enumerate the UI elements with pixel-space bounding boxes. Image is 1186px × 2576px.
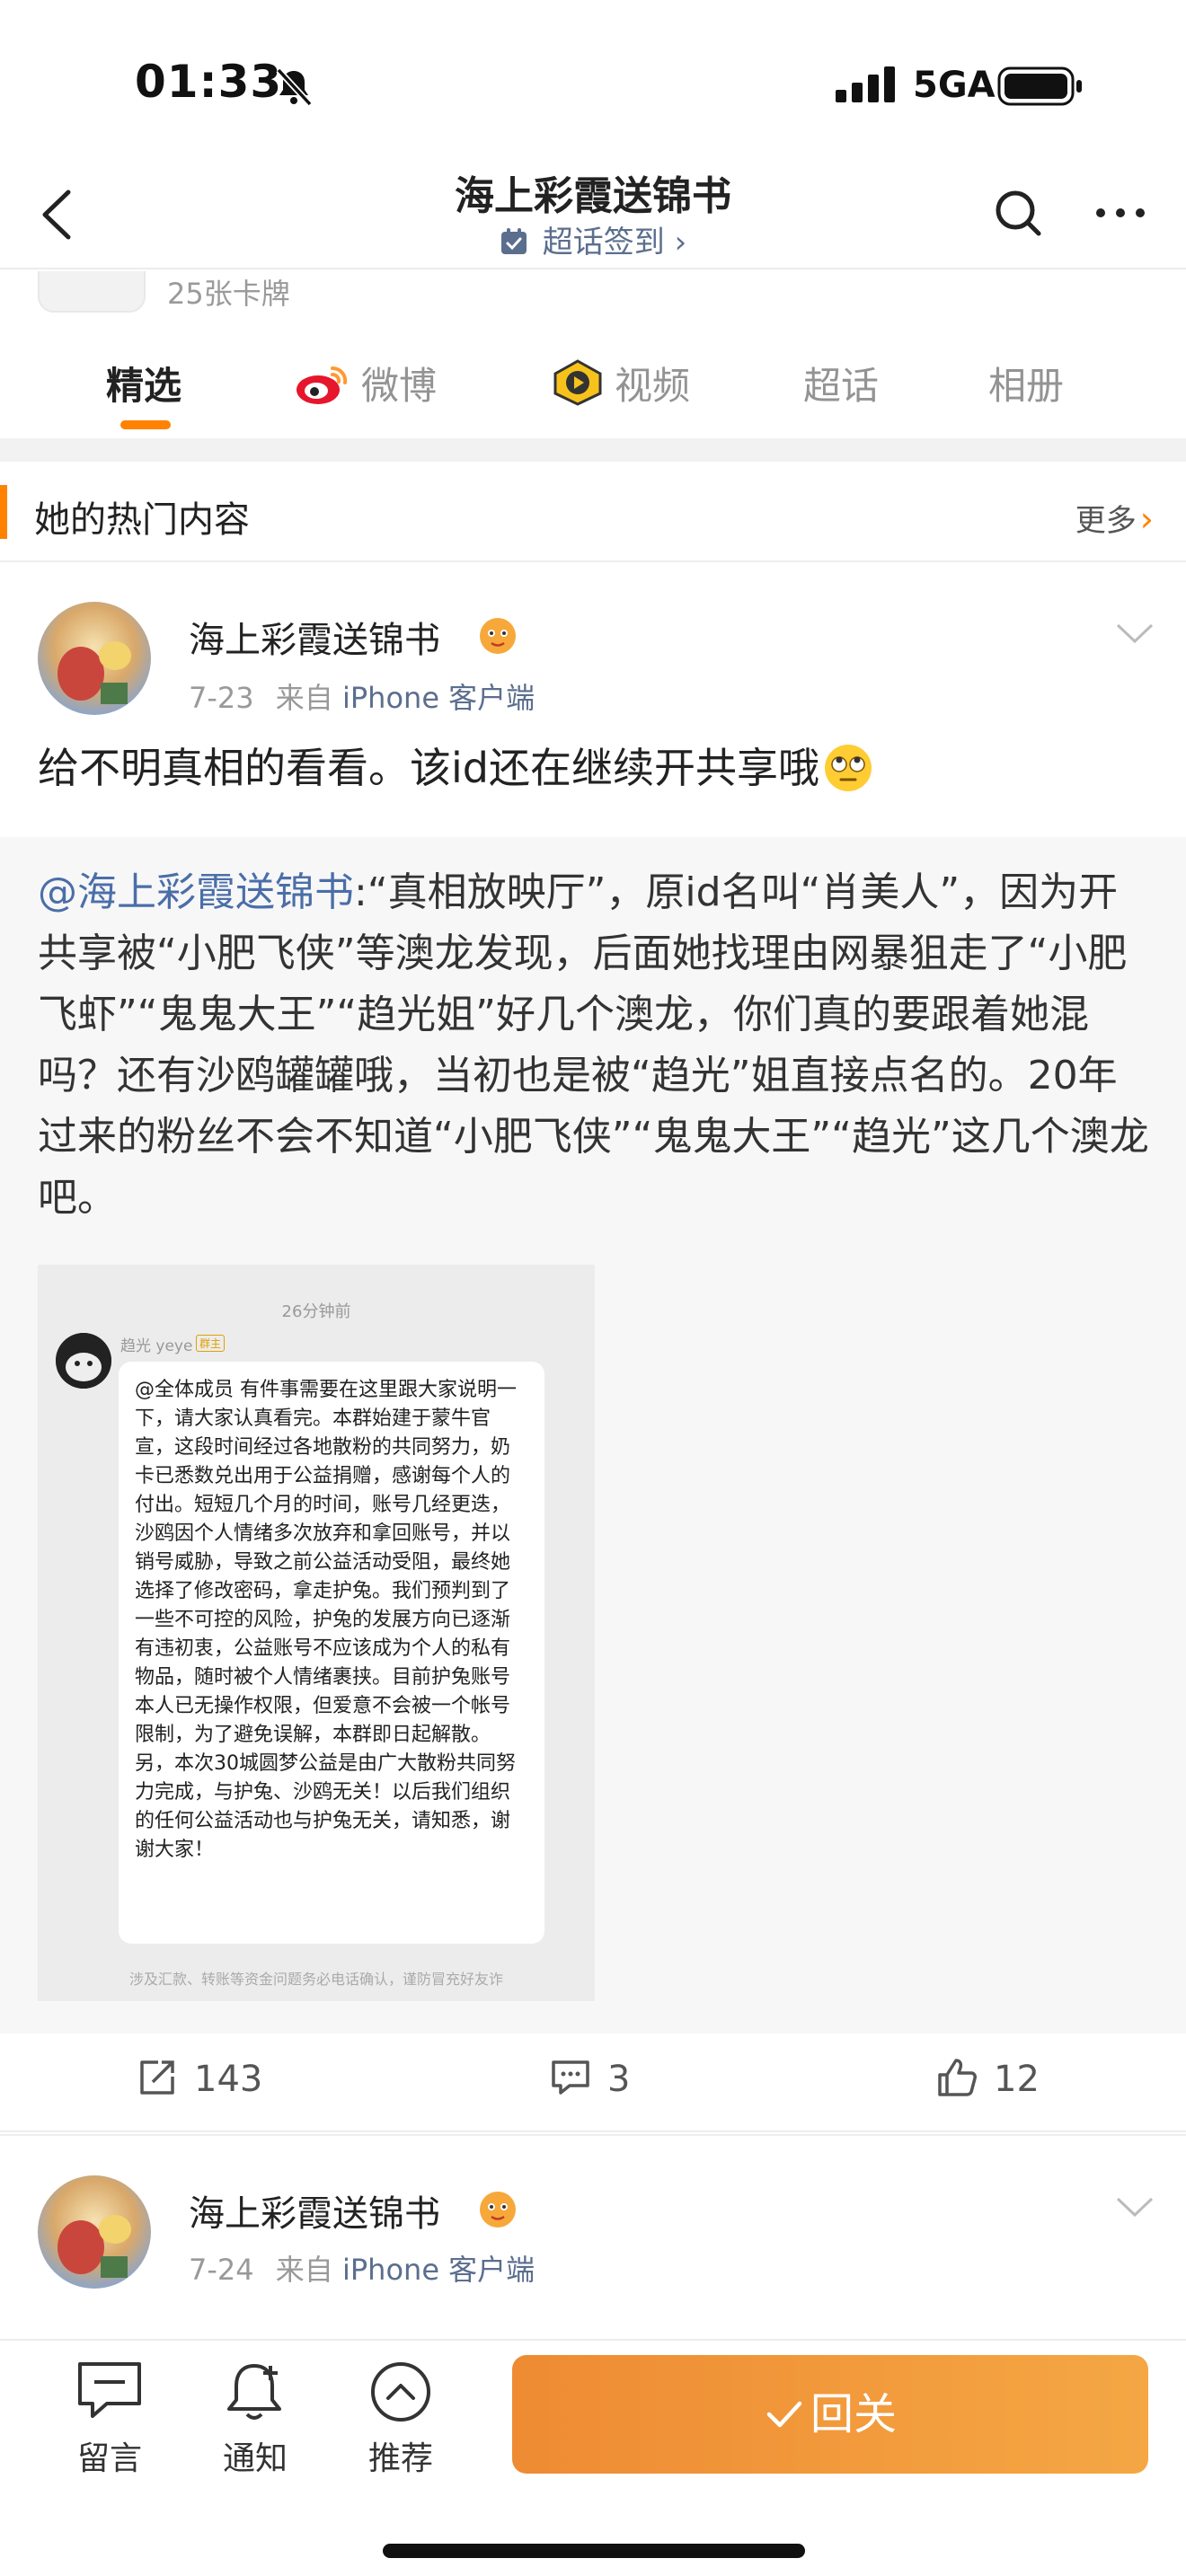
repost-button[interactable]: 143 bbox=[137, 2057, 262, 2100]
chevron-down-icon[interactable] bbox=[1114, 2193, 1155, 2220]
comment-icon bbox=[552, 2060, 589, 2095]
like-button[interactable]: 12 bbox=[936, 2057, 1040, 2100]
network-type: 5GA bbox=[913, 65, 996, 106]
share-icon bbox=[140, 2060, 174, 2095]
message-button[interactable]: 留言 bbox=[56, 2359, 164, 2479]
post-via: 来自 bbox=[275, 681, 333, 715]
tab-supertopic[interactable]: 超话 bbox=[803, 356, 879, 410]
tab-weibo[interactable]: 微博 bbox=[295, 356, 437, 410]
notify-label: 通知 bbox=[222, 2440, 288, 2477]
post-via: 来自 bbox=[275, 2253, 333, 2287]
more-dots-icon[interactable] bbox=[1089, 183, 1152, 243]
status-bar: 01:33 5GA bbox=[0, 0, 1186, 162]
avatar[interactable] bbox=[38, 2175, 151, 2289]
comment-button[interactable]: 3 bbox=[550, 2057, 630, 2100]
tab-video[interactable]: 视频 bbox=[552, 356, 690, 410]
chat-avatar bbox=[56, 1333, 111, 1389]
eye-roll-emoji-icon bbox=[824, 745, 872, 791]
bell-plus-icon bbox=[227, 2364, 281, 2420]
chat-bubble: @全体成员 有件事需要在这里跟大家说明一下，请大家认真看完。本群始建于蒙牛官宣，… bbox=[119, 1362, 544, 1944]
check-icon bbox=[766, 2401, 802, 2428]
recommend-button[interactable]: 推荐 bbox=[347, 2359, 455, 2479]
message-icon bbox=[78, 2362, 141, 2418]
post-body: 给不明真相的看看。该id还在继续开共享哦 bbox=[38, 744, 819, 792]
card-icon[interactable] bbox=[38, 271, 146, 313]
video-icon bbox=[553, 359, 602, 406]
post-author[interactable]: 海上彩霞送锦书 bbox=[189, 611, 440, 663]
follow-label: 回关 bbox=[810, 2389, 897, 2439]
screenshot-image[interactable]: 26分钟前 趋光 yeye 群主 @全体成员 有件事需要在这里跟大家说明一下，请… bbox=[38, 1265, 595, 2001]
notify-button[interactable]: 通知 bbox=[201, 2359, 309, 2479]
search-icon[interactable] bbox=[988, 183, 1048, 243]
divider bbox=[0, 2134, 1186, 2136]
status-time: 01:33 bbox=[135, 56, 283, 108]
fan-badge-icon bbox=[480, 618, 516, 654]
follow-back-button[interactable]: 回关 bbox=[512, 2355, 1148, 2474]
mention-link[interactable]: @海上彩霞送锦书 bbox=[38, 869, 354, 915]
checkin-label: 超话签到 › bbox=[542, 225, 687, 260]
post-author[interactable]: 海上彩霞送锦书 bbox=[189, 2184, 440, 2236]
recommend-label: 推荐 bbox=[367, 2440, 433, 2477]
avatar-image bbox=[38, 602, 151, 715]
bottom-bar: 留言 通知 推荐 回关 bbox=[0, 2339, 1186, 2576]
post-date: 7-23 bbox=[189, 681, 254, 715]
post-meta: 7-23 来自 iPhone 客户端 bbox=[189, 675, 535, 717]
top-nav: 海上彩霞送锦书 超话签到 › bbox=[0, 162, 1186, 269]
repost-block[interactable]: @海上彩霞送锦书:“真相放映厅”，原id名叫“肖美人”，因为开共享被“小肥飞侠”… bbox=[0, 837, 1186, 2033]
section-title: 她的热门内容 bbox=[34, 499, 250, 541]
chat-time: 26分钟前 bbox=[281, 1302, 351, 1321]
chat-warning: 涉及汇款、转账等资金问题务必电话确认，谨防冒充好友诈 bbox=[128, 1971, 503, 1988]
tab-bar: 精选 微博 视频 超话 相册 bbox=[0, 332, 1186, 431]
post-date: 7-24 bbox=[189, 2253, 254, 2287]
tab-weibo-label: 微博 bbox=[361, 364, 438, 408]
owner-tag: 群主 bbox=[196, 1335, 226, 1352]
message-label: 留言 bbox=[76, 2440, 142, 2477]
more-link[interactable]: 更多 › bbox=[1075, 496, 1154, 540]
thumbs-up-icon bbox=[938, 2059, 977, 2096]
active-tab-indicator bbox=[120, 420, 171, 429]
profile-summary: 25张卡牌 bbox=[0, 271, 1186, 314]
home-indicator bbox=[383, 2544, 805, 2558]
tab-album[interactable]: 相册 bbox=[988, 356, 1064, 410]
chevron-down-icon[interactable] bbox=[1114, 620, 1155, 647]
section-accent-bar bbox=[0, 485, 7, 539]
chevron-up-circle-icon bbox=[371, 2362, 430, 2422]
calendar-check-icon bbox=[500, 228, 527, 254]
more-label: 更多 bbox=[1075, 503, 1137, 539]
repost-count: 143 bbox=[194, 2059, 263, 2100]
fan-badge-icon bbox=[480, 2192, 516, 2228]
chat-avatar-image bbox=[56, 1333, 111, 1389]
post-source: iPhone 客户端 bbox=[341, 2253, 535, 2287]
post-actions: 143 3 12 bbox=[0, 2033, 1186, 2132]
post-meta: 7-24 来自 iPhone 客户端 bbox=[189, 2247, 535, 2289]
avatar-image bbox=[38, 2175, 151, 2289]
card-count[interactable]: 25张卡牌 bbox=[167, 271, 290, 313]
bell-off-icon bbox=[276, 67, 313, 107]
tab-video-label: 视频 bbox=[615, 364, 691, 408]
repost-body: :“真相放映厅”，原id名叫“肖美人”，因为开共享被“小肥飞侠”等澳龙发现，后面… bbox=[38, 869, 1149, 1221]
chevron-right-icon: › bbox=[1139, 499, 1154, 539]
repost-text: @海上彩霞送锦书:“真相放映厅”，原id名叫“肖美人”，因为开共享被“小肥飞侠”… bbox=[38, 862, 1152, 1229]
comment-count: 3 bbox=[607, 2059, 631, 2100]
battery-icon bbox=[997, 66, 1082, 106]
weibo-icon bbox=[296, 366, 348, 404]
signal-icon bbox=[836, 66, 895, 102]
post-source: iPhone 客户端 bbox=[341, 681, 535, 715]
post-text: 给不明真相的看看。该id还在继续开共享哦 bbox=[38, 738, 873, 798]
hot-content-header: 她的热门内容 更多 › bbox=[0, 462, 1186, 562]
tab-featured[interactable]: 精选 bbox=[106, 356, 181, 410]
like-count: 12 bbox=[994, 2059, 1040, 2100]
avatar[interactable] bbox=[38, 602, 151, 715]
chat-sender: 趋光 yeye bbox=[120, 1337, 193, 1355]
divider bbox=[0, 438, 1186, 462]
